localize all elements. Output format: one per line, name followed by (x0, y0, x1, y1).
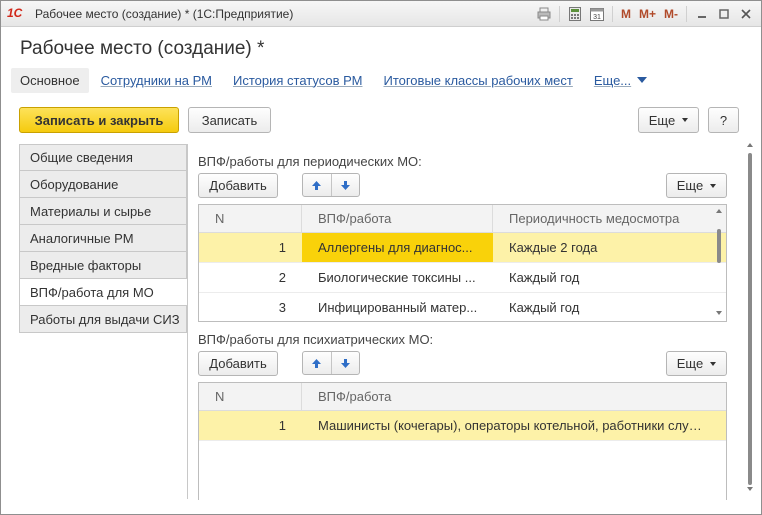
close-icon[interactable] (737, 5, 755, 23)
psych-table: N ВПФ/работа 1 Машинисты (кочегары), опе… (198, 382, 727, 500)
tab-materials[interactable]: Материалы и сырье (19, 198, 187, 225)
more-actions-button[interactable]: Еще (638, 107, 699, 133)
row-number: 3 (278, 300, 286, 315)
scroll-up-icon[interactable] (747, 143, 753, 147)
table-row[interactable]: 1 Машинисты (кочегары), операторы котель… (199, 411, 726, 441)
table-header: N ВПФ/работа (199, 383, 726, 411)
tab-medical-works[interactable]: ВПФ/работа для МО (19, 279, 187, 306)
toolbar-divider (686, 6, 687, 22)
page-tabs: Общие сведения Оборудование Материалы и … (19, 144, 187, 333)
scroll-up-icon[interactable] (716, 209, 722, 213)
caret-down-icon (710, 361, 717, 366)
column-period[interactable]: Периодичность медосмотра (493, 205, 714, 232)
print-icon[interactable] (535, 5, 553, 23)
row-work-text: Машинисты (кочегары), операторы котельно… (318, 418, 706, 433)
page-title: Рабочее место (создание) * (20, 38, 265, 59)
caret-down-icon (682, 118, 689, 122)
tab-ppe-works[interactable]: Работы для выдачи СИЗ (19, 306, 187, 333)
row-number: 2 (278, 270, 286, 285)
periodic-section-label: ВПФ/работы для периодических МО: (198, 154, 422, 169)
triangle-down-icon (637, 77, 648, 83)
periodic-more-label: Еще (676, 178, 704, 193)
psych-add-button[interactable]: Добавить (198, 351, 278, 376)
memory-plus-button[interactable]: M+ (637, 5, 658, 23)
row-period: Каждые 2 года (509, 240, 598, 255)
toolbar-divider (558, 6, 560, 22)
calendar-icon[interactable]: 31 (588, 5, 606, 23)
more-actions-label: Еще (648, 112, 676, 128)
nav-employees[interactable]: Сотрудники на РМ (101, 73, 212, 88)
row-work-text: Биологические токсины ... (318, 270, 476, 285)
form-navigation: Основное Сотрудники на РМ История статус… (11, 67, 668, 93)
form-window: 1С Рабочее место (создание) * (1С:Предпр… (0, 0, 762, 515)
table-header: N ВПФ/работа Периодичность медосмотра (199, 205, 726, 233)
help-button[interactable]: ? (708, 107, 739, 133)
scroll-thumb[interactable] (717, 229, 721, 263)
tab-similar-workplaces[interactable]: Аналогичные РМ (19, 225, 187, 252)
column-work[interactable]: ВПФ/работа (302, 383, 726, 410)
save-button[interactable]: Записать (188, 107, 271, 133)
title-bar-tools: 31 M M+ M- (535, 5, 755, 23)
scroll-thumb[interactable] (748, 153, 752, 485)
row-work-text: Инфицированный матер... (318, 300, 478, 315)
1c-logo-icon: 1С (7, 6, 23, 20)
calendar-day: 31 (593, 14, 601, 21)
scroll-down-icon[interactable] (716, 311, 722, 315)
toolbar-divider (611, 6, 613, 22)
row-period: Каждый год (509, 300, 580, 315)
periodic-more-button[interactable]: Еще (666, 173, 727, 198)
move-down-icon[interactable] (330, 174, 360, 196)
table-row[interactable]: 1 Аллергены для диагнос... Каждые 2 года (199, 233, 726, 263)
psych-section-label: ВПФ/работы для психиатрических МО: (198, 332, 434, 347)
nav-more-label: Еще... (593, 72, 632, 88)
tab-equipment[interactable]: Оборудование (19, 171, 187, 198)
periodic-move-buttons (302, 173, 360, 197)
row-work: Аллергены для диагнос... (302, 233, 493, 262)
move-up-icon[interactable] (303, 352, 331, 374)
psych-move-buttons (302, 351, 360, 375)
column-n[interactable]: N (199, 383, 302, 410)
memory-m-button[interactable]: M (619, 5, 633, 23)
window-title: Рабочее место (создание) * (1С:Предприят… (35, 7, 294, 21)
maximize-icon[interactable] (715, 5, 733, 23)
move-up-icon[interactable] (303, 174, 331, 196)
tab-harmful-factors[interactable]: Вредные факторы (19, 252, 187, 279)
tab-general[interactable]: Общие сведения (19, 144, 187, 171)
row-work: Инфицированный матер... (302, 293, 493, 321)
calculator-icon[interactable] (566, 5, 584, 23)
tab-content-border (187, 144, 188, 499)
row-period: Каждый год (509, 270, 580, 285)
nav-main[interactable]: Основное (11, 67, 89, 93)
nav-final-classes[interactable]: Итоговые классы рабочих мест (383, 73, 572, 88)
memory-minus-button[interactable]: M- (662, 5, 680, 23)
periodic-table: N ВПФ/работа Периодичность медосмотра 1 … (198, 204, 727, 322)
nav-more[interactable]: Еще... (593, 72, 648, 88)
periodic-add-button[interactable]: Добавить (198, 173, 278, 198)
form-scrollbar[interactable] (746, 141, 754, 496)
caret-down-icon (710, 183, 717, 188)
column-n[interactable]: N (199, 205, 302, 232)
column-work[interactable]: ВПФ/работа (302, 205, 493, 232)
minimize-icon[interactable] (693, 5, 711, 23)
table-row[interactable]: 3 Инфицированный матер... Каждый год (199, 293, 726, 321)
table-row[interactable]: 2 Биологические токсины ... Каждый год (199, 263, 726, 293)
nav-status-history[interactable]: История статусов РМ (233, 73, 362, 88)
row-work-text: Аллергены для диагнос... (318, 240, 473, 255)
move-down-icon[interactable] (330, 352, 360, 374)
periodic-scrollbar[interactable] (715, 207, 723, 319)
row-work: Машинисты (кочегары), операторы котельно… (302, 411, 714, 440)
row-work: Биологические токсины ... (302, 263, 493, 292)
row-number: 1 (278, 240, 286, 255)
psych-more-button[interactable]: Еще (666, 351, 727, 376)
row-number: 1 (278, 418, 286, 433)
save-and-close-button[interactable]: Записать и закрыть (19, 107, 179, 133)
psych-more-label: Еще (676, 356, 704, 371)
title-bar: 1С Рабочее место (создание) * (1С:Предпр… (1, 1, 761, 27)
scroll-down-icon[interactable] (747, 487, 753, 491)
